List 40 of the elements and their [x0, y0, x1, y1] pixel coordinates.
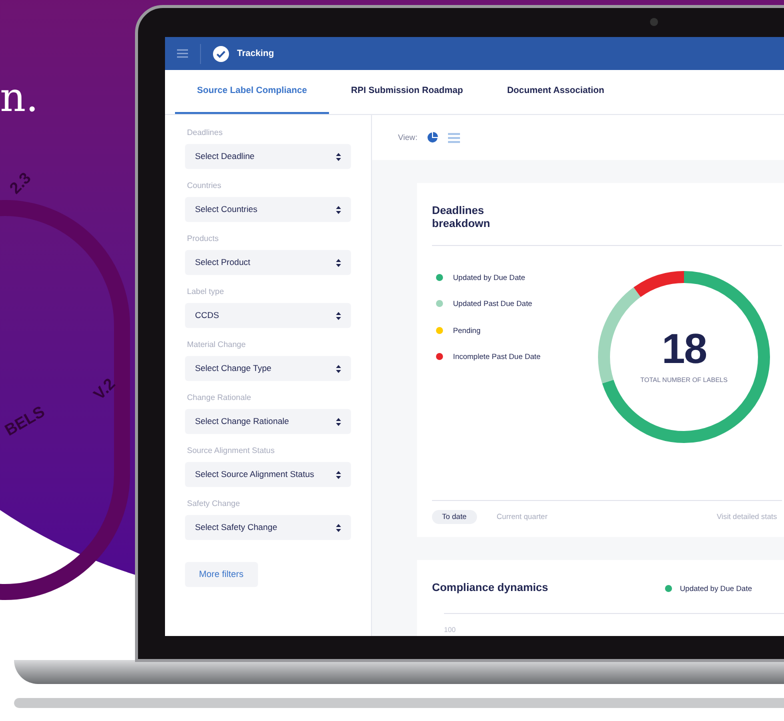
filter-label: Products: [186, 233, 220, 245]
pie-chart-icon[interactable]: [427, 132, 438, 143]
decor-label: V.2: [90, 374, 120, 406]
filter-select[interactable]: Select Safety Change: [185, 515, 351, 540]
filter-select[interactable]: Select Change Rationale: [185, 409, 351, 434]
check-circle-icon: [213, 46, 229, 62]
filter-label: Countries: [186, 180, 222, 192]
sort-arrows-icon: [336, 470, 341, 478]
more-filters-button[interactable]: More filters: [185, 562, 258, 587]
filter-label: Source Alignment Status: [186, 445, 276, 457]
filter-label: Safety Change: [186, 498, 241, 510]
filter-select[interactable]: Select Countries: [185, 197, 351, 222]
total-number: 18: [662, 328, 706, 370]
filter-label: Label type: [186, 286, 225, 298]
card-title: Deadlines breakdown: [432, 205, 492, 231]
menu-icon[interactable]: [177, 49, 188, 58]
sort-arrows-icon: [336, 258, 341, 266]
sort-arrows-icon: [336, 524, 341, 532]
filter-select[interactable]: CCDS: [185, 303, 351, 328]
filter-select[interactable]: Select Product: [185, 250, 351, 275]
filter-select[interactable]: Select Source Alignment Status: [185, 462, 351, 487]
sort-arrows-icon: [336, 312, 341, 320]
tab[interactable]: RPI Submission Roadmap: [329, 70, 486, 114]
sort-arrows-icon: [336, 364, 341, 372]
sort-arrows-icon: [336, 152, 341, 160]
app-title: Tracking: [237, 46, 274, 60]
filter-select[interactable]: Select Deadline: [185, 144, 351, 169]
list-icon[interactable]: [448, 132, 460, 142]
filter-select[interactable]: Select Change Type: [185, 356, 351, 381]
view-label: View:: [398, 132, 418, 144]
card-title: Compliance dynamics: [432, 581, 548, 596]
sort-arrows-icon: [336, 206, 341, 214]
filter-label: Change Rationale: [186, 392, 252, 404]
filter-label: Deadlines: [186, 127, 224, 139]
headline-fragment: n.: [0, 78, 38, 118]
filter-label: Material Change: [186, 339, 247, 351]
tab[interactable]: Source Label Compliance: [175, 70, 330, 114]
sort-arrows-icon: [336, 418, 341, 426]
decor-label: 2.3: [6, 168, 36, 200]
tab[interactable]: Document Association: [485, 70, 626, 114]
